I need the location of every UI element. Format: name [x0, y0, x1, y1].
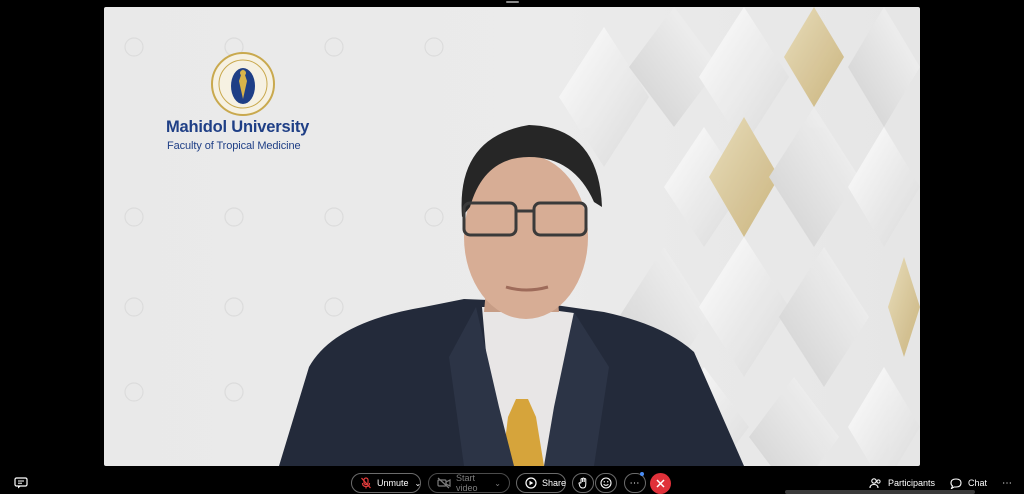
more-options-button[interactable]: ⋯	[624, 472, 646, 493]
chevron-down-icon[interactable]: ⌄	[415, 479, 422, 488]
participants-label: Participants	[888, 478, 936, 488]
captions-button[interactable]	[14, 473, 28, 493]
start-video-label: Start video	[456, 473, 478, 493]
toolbar-scroll-indicator	[785, 490, 975, 494]
participant-video-tile: Mahidol University Faculty of Tropical M…	[104, 7, 920, 466]
captions-icon	[14, 477, 28, 489]
end-meeting-button[interactable]	[650, 473, 671, 494]
mic-off-icon	[361, 477, 371, 489]
share-label: Share	[542, 478, 567, 488]
people-icon	[869, 477, 881, 488]
unmute-button[interactable]: Unmute ⌄	[351, 473, 421, 493]
start-video-button[interactable]: Start video ⌄	[428, 473, 510, 493]
chat-icon	[950, 477, 962, 489]
chat-label: Chat	[968, 478, 988, 488]
participant-figure	[279, 125, 744, 466]
window-drag-handle[interactable]	[506, 1, 519, 3]
share-icon	[525, 477, 537, 489]
hand-icon	[577, 477, 586, 489]
raise-hand-button[interactable]	[572, 473, 594, 493]
close-icon	[656, 479, 665, 488]
share-button[interactable]: Share	[516, 473, 566, 493]
unmute-label: Unmute	[377, 478, 409, 488]
more-icon: ⋯	[1002, 477, 1012, 489]
more-icon: ⋯	[629, 477, 641, 489]
reactions-button[interactable]	[595, 473, 617, 493]
notification-dot	[640, 472, 644, 476]
chevron-down-icon[interactable]: ⌄	[494, 479, 501, 488]
video-off-icon	[437, 477, 451, 489]
smiley-icon	[600, 477, 612, 489]
overflow-menu-button[interactable]: ⋯	[1002, 473, 1012, 493]
